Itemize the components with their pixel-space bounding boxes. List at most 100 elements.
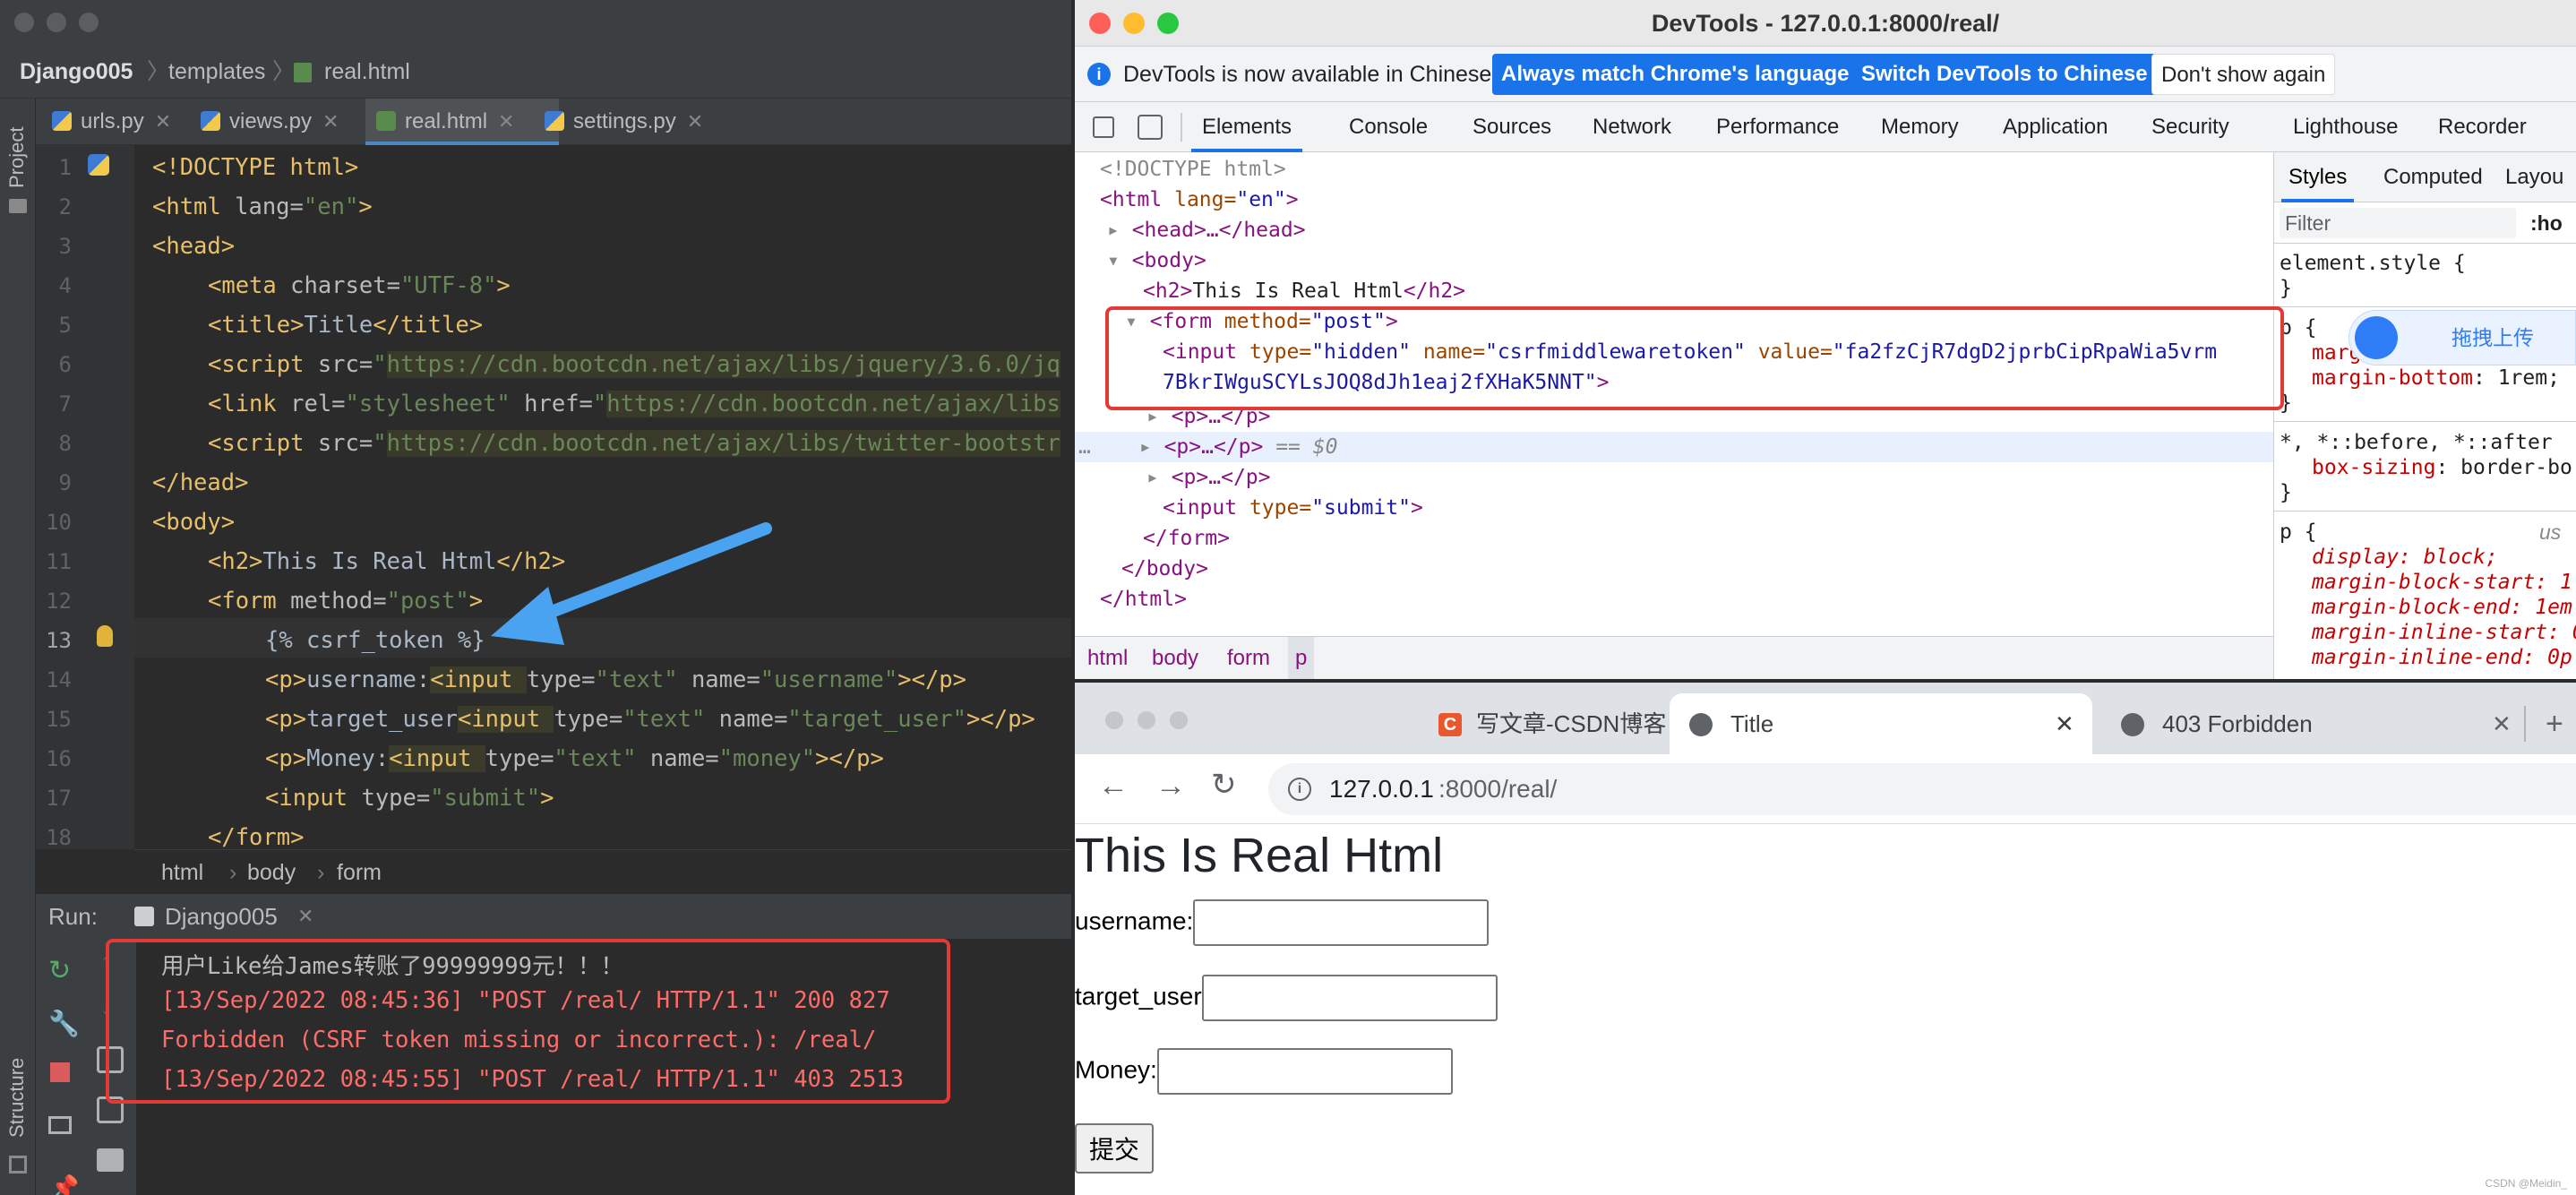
dom-token: <head>…</head> <box>1131 219 1306 242</box>
tab-recorder[interactable]: Recorder <box>2438 102 2527 152</box>
tab-computed[interactable]: Computed <box>2383 152 2483 202</box>
close-dot-icon[interactable] <box>1089 13 1111 34</box>
style-rule-selector: p { <box>2280 316 2317 340</box>
dom-token: "submit" <box>1311 496 1411 520</box>
dom-token: type= <box>1249 496 1312 520</box>
language-infobar: i DevTools is now available in Chinese! … <box>1075 47 2576 102</box>
dom-node[interactable]: </html> <box>1100 584 1187 615</box>
tab-styles[interactable]: Styles <box>2281 152 2355 202</box>
tab-lighthouse[interactable]: Lighthouse <box>2293 102 2398 152</box>
tab-performance[interactable]: Performance <box>1716 102 1839 152</box>
drag-upload-widget[interactable]: 拖拽上传 <box>2348 310 2576 365</box>
close-dot-icon[interactable] <box>1105 711 1123 729</box>
caret-right-icon[interactable]: ▸ <box>1139 435 1164 459</box>
info-icon[interactable]: i <box>1288 778 1311 801</box>
tab-application[interactable]: Application <box>2003 102 2108 152</box>
minimize-dot-icon[interactable] <box>1123 13 1145 34</box>
caret-down-icon[interactable]: ▾ <box>1107 249 1132 272</box>
target-user-input[interactable] <box>1201 975 1498 1021</box>
dom-token: lang= <box>1174 188 1237 211</box>
device-toolbar-icon[interactable] <box>1138 115 1163 140</box>
inspect-element-icon[interactable] <box>1093 116 1114 138</box>
username-input[interactable] <box>1193 899 1490 946</box>
tab-security[interactable]: Security <box>2151 102 2229 152</box>
dom-token: This Is Real Html <box>1192 279 1404 303</box>
dom-token: <input <box>1163 496 1249 520</box>
css-value: : border-bo <box>2435 456 2572 479</box>
money-input[interactable] <box>1156 1048 1453 1095</box>
upload-label: 拖拽上传 <box>2451 326 2534 349</box>
style-declaration: margin-block-start: 1 <box>2312 571 2572 594</box>
maximize-dot-icon[interactable] <box>1170 711 1188 729</box>
dom-token: </body> <box>1121 557 1208 580</box>
dom-node[interactable]: </form> <box>1143 523 1230 554</box>
dont-show-again-button[interactable]: Don't show again <box>2151 54 2336 95</box>
close-icon[interactable]: ✕ <box>2055 693 2074 754</box>
browser-window: C 写文章-CSDN博客 ✕ Title ✕ 403 Forbidden ✕ +… <box>1075 683 2576 1195</box>
more-dots-icon[interactable]: … <box>1078 435 1091 459</box>
dom-token: <p>…</p> <box>1163 435 1264 459</box>
browser-tab-403[interactable]: 403 Forbidden ✕ <box>2121 693 2524 754</box>
address-bar[interactable]: i 127.0.0.1 :8000/real/ <box>1268 763 2576 815</box>
money-label: Money: <box>1075 1055 1157 1084</box>
dom-node[interactable]: ▾ <body> <box>1107 245 1206 276</box>
tab-memory[interactable]: Memory <box>1881 102 1959 152</box>
crumb-html[interactable]: html <box>1087 637 1128 679</box>
styles-subtabs: Styles Computed Layou <box>2274 152 2576 202</box>
tab-network[interactable]: Network <box>1593 102 1671 152</box>
caret-right-icon[interactable]: ▸ <box>1107 219 1132 242</box>
dom-node[interactable]: <input type="submit"> <box>1163 493 1423 523</box>
crumb-p[interactable]: p <box>1288 637 1315 679</box>
browser-tab-strip: C 写文章-CSDN博客 ✕ Title ✕ 403 Forbidden ✕ + <box>1075 683 2576 754</box>
dom-node[interactable]: <h2>This Is Real Html</h2> <box>1143 276 1465 306</box>
crumb-body[interactable]: body <box>1152 637 1198 679</box>
browser-tab-csdn[interactable]: C 写文章-CSDN博客 <box>1254 693 1666 754</box>
dom-node[interactable]: ▸ <head>…</head> <box>1107 215 1306 245</box>
caret-right-icon[interactable]: ▸ <box>1146 466 1172 489</box>
tab-layout[interactable]: Layou <box>2505 152 2563 202</box>
devtools-panel-tabs: Elements Console Sources Network Perform… <box>1075 102 2576 152</box>
styles-filter-bar: Filter :ho <box>2274 202 2576 244</box>
arrow-head <box>491 587 564 645</box>
style-rule-close: } <box>2280 481 2292 504</box>
dom-node[interactable]: ▸ <p>…</p> <box>1146 462 1270 493</box>
css-property: margin-bottom <box>2312 366 2474 390</box>
reload-icon[interactable]: ↻ <box>1211 767 1237 803</box>
target-user-label: target_user <box>1075 982 1202 1010</box>
back-arrow-icon[interactable]: ← <box>1098 769 1129 804</box>
devtools-titlebar: DevTools - 127.0.0.1:8000/real/ <box>1075 0 2576 47</box>
styles-pane: Styles Computed Layou Filter :ho element… <box>2273 152 2576 679</box>
style-declaration: box-sizing: border-bo <box>2312 455 2572 480</box>
forward-arrow-icon[interactable]: → <box>1155 769 1186 804</box>
tab-title: Title <box>1730 710 1774 737</box>
browser-tab-title[interactable]: Title ✕ <box>1670 693 2092 754</box>
tab-console[interactable]: Console <box>1349 102 1428 152</box>
switch-to-chinese-button[interactable]: Switch DevTools to Chinese <box>1852 54 2157 95</box>
crumb-form[interactable]: form <box>1227 637 1270 679</box>
new-tab-plus-icon[interactable]: + <box>2546 693 2563 754</box>
dom-node[interactable]: <html lang="en"> <box>1100 185 1299 215</box>
tab-elements[interactable]: Elements <box>1191 102 1303 152</box>
dom-node[interactable]: <!DOCTYPE html> <box>1100 154 1286 185</box>
maximize-dot-icon[interactable] <box>1157 13 1179 34</box>
css-value: : 1rem; <box>2473 366 2560 390</box>
styles-filter-input[interactable]: Filter <box>2280 208 2516 238</box>
dom-node[interactable]: </body> <box>1121 554 1208 584</box>
username-row: username: <box>1075 899 1490 946</box>
dom-token: <h2> <box>1143 279 1193 303</box>
close-icon[interactable]: ✕ <box>2492 693 2512 754</box>
submit-button[interactable]: 提交 <box>1075 1123 1155 1174</box>
dom-token: </html> <box>1100 588 1187 611</box>
minimize-dot-icon[interactable] <box>1138 711 1155 729</box>
style-declaration: margin-block-end: 1em <box>2312 596 2572 619</box>
tab-sources[interactable]: Sources <box>1473 102 1551 152</box>
style-rule-close: } <box>2280 277 2292 300</box>
always-match-language-button[interactable]: Always match Chrome's language <box>1492 54 1859 95</box>
rule-divider <box>2274 306 2576 307</box>
dom-node-selected[interactable]: … ▸ <p>…</p> == $0 <box>1078 432 1337 462</box>
dom-token: > <box>1285 188 1299 211</box>
web-page: This Is Real Html username: target_user … <box>1075 824 2576 1195</box>
hover-state-toggle[interactable]: :ho <box>2530 208 2563 238</box>
dom-token: </form> <box>1143 527 1230 550</box>
url-path: :8000/real/ <box>1438 775 1558 803</box>
